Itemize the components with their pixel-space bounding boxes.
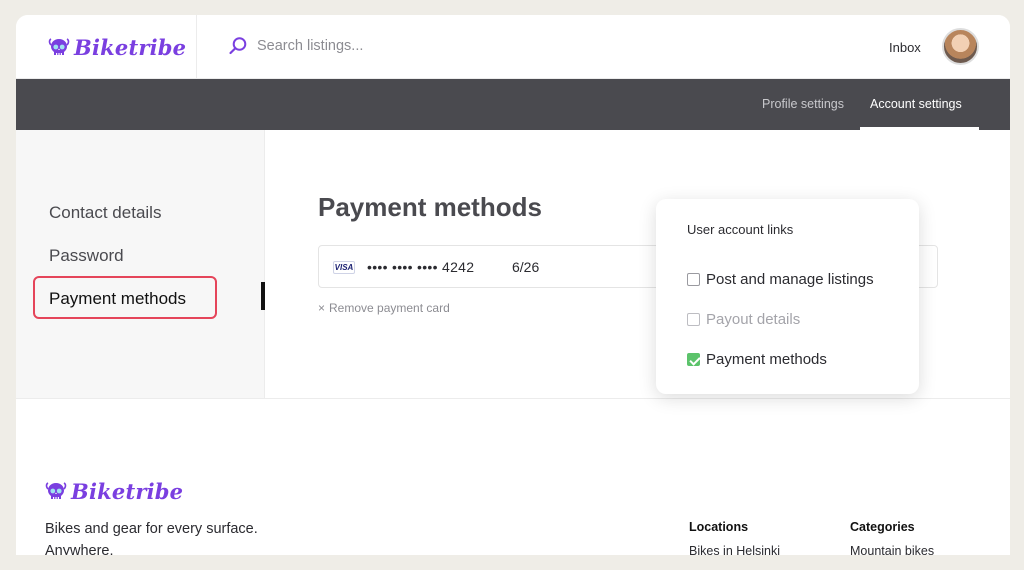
footer-logo[interactable]: Biketribe bbox=[45, 479, 183, 504]
visa-card-icon: VISA bbox=[333, 261, 355, 274]
checkbox-checked[interactable] bbox=[687, 353, 700, 366]
skull-logo-icon bbox=[45, 481, 67, 499]
card-number: •••• •••• •••• 4242 bbox=[367, 259, 475, 275]
search-input[interactable] bbox=[257, 38, 557, 54]
active-tab-indicator bbox=[860, 127, 979, 130]
footer-logo-text: Biketribe bbox=[71, 479, 184, 504]
popover-title: User account links bbox=[687, 222, 794, 237]
search-bar[interactable] bbox=[228, 36, 557, 56]
user-account-links-popover: User account links Post and manage listi… bbox=[656, 199, 919, 394]
popover-item-label: Payment methods bbox=[706, 351, 827, 368]
app-window: Biketribe Inbox Profile settings Account… bbox=[16, 15, 1010, 555]
close-icon: × bbox=[318, 301, 326, 315]
avatar[interactable] bbox=[942, 28, 979, 65]
footer-link-mountain-bikes[interactable]: Mountain bikes bbox=[850, 544, 934, 555]
top-bar: Biketribe Inbox bbox=[16, 15, 1010, 79]
page-title: Payment methods bbox=[318, 192, 542, 222]
search-icon bbox=[229, 37, 247, 55]
inbox-link[interactable]: Inbox bbox=[889, 40, 921, 55]
settings-tab-bar: Profile settings Account settings bbox=[16, 79, 1010, 130]
popover-item-post-listings[interactable]: Post and manage listings bbox=[687, 271, 874, 288]
sidenav-item-payment-methods[interactable]: Payment methods bbox=[49, 289, 186, 309]
skull-logo-icon bbox=[48, 37, 70, 55]
footer-tagline: Bikes and gear for every surface. Anywhe… bbox=[45, 521, 258, 555]
card-expiry: 6/26 bbox=[512, 259, 540, 275]
tab-profile-settings[interactable]: Profile settings bbox=[762, 97, 844, 111]
sidenav-item-password[interactable]: Password bbox=[49, 246, 124, 266]
sidenav-item-contact-details[interactable]: Contact details bbox=[49, 203, 161, 223]
logo[interactable]: Biketribe bbox=[48, 35, 186, 60]
footer-link-bikes-helsinki[interactable]: Bikes in Helsinki bbox=[689, 544, 780, 555]
remove-card-label: Remove payment card bbox=[329, 301, 450, 315]
footer-heading-locations: Locations bbox=[689, 520, 749, 534]
checkbox[interactable] bbox=[687, 273, 700, 286]
checkbox bbox=[687, 313, 700, 326]
popover-item-label: Post and manage listings bbox=[706, 271, 874, 288]
logo-text: Biketribe bbox=[74, 35, 187, 60]
popover-item-payout-details: Payout details bbox=[687, 311, 800, 328]
popover-item-payment-methods[interactable]: Payment methods bbox=[687, 351, 827, 368]
tab-account-settings[interactable]: Account settings bbox=[870, 97, 962, 111]
footer-divider bbox=[16, 398, 1010, 399]
remove-card-button[interactable]: × Remove payment card bbox=[318, 301, 450, 315]
popover-item-label: Payout details bbox=[706, 311, 801, 328]
account-side-nav: Contact details Password Payment methods bbox=[16, 130, 265, 398]
footer-heading-categories: Categories bbox=[850, 520, 915, 534]
header-divider bbox=[196, 15, 197, 79]
active-nav-indicator bbox=[261, 282, 265, 310]
